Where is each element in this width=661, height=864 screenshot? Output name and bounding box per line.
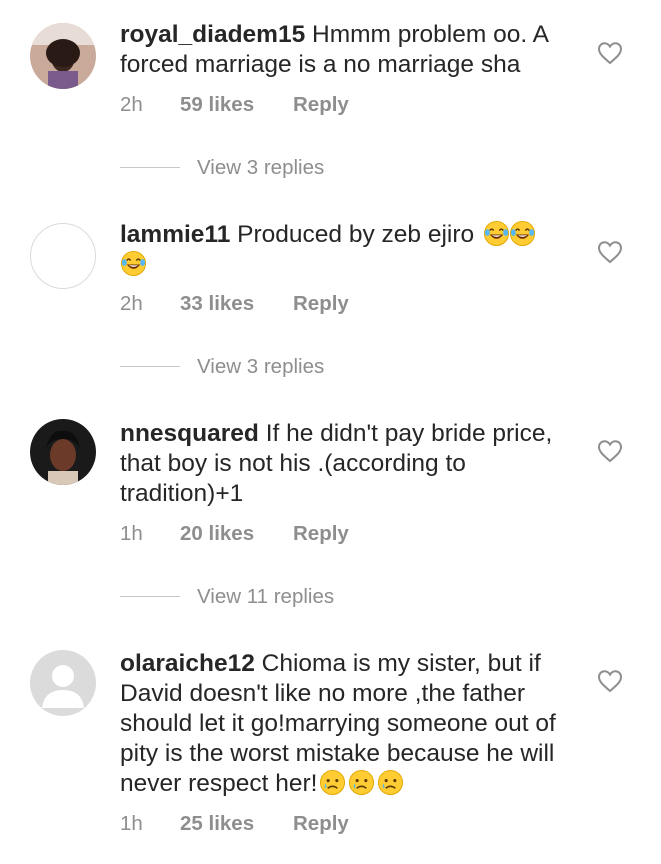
comment-time: 2h [120, 93, 143, 116]
tears-of-joy-emoji-icon [483, 220, 510, 247]
comment-meta: 2h 59 likes Reply [120, 91, 349, 119]
comment-text: nnesquared If he didn't pay bride price,… [120, 419, 580, 509]
heart-icon[interactable] [597, 240, 623, 264]
heart-icon[interactable] [597, 669, 623, 693]
comment-meta: 1h 20 likes Reply [120, 520, 349, 548]
sad-tear-emoji-icon [319, 769, 346, 796]
view-replies-button[interactable]: View 11 replies [120, 583, 334, 611]
comment-username[interactable]: royal_diadem15 [120, 21, 305, 48]
reply-button[interactable]: Reply [293, 292, 349, 315]
sad-tear-emoji-icon [377, 769, 404, 796]
divider-line [120, 596, 180, 598]
comment-username[interactable]: lammie11 [120, 221, 230, 248]
comment-likes[interactable]: 33 likes [180, 290, 293, 318]
sad-tear-emoji-icon [348, 769, 375, 796]
comment-likes[interactable]: 25 likes [180, 810, 293, 838]
view-replies-label: View 3 replies [197, 156, 325, 179]
comment-username[interactable]: nnesquared [120, 420, 259, 447]
reply-button[interactable]: Reply [293, 93, 349, 116]
comment-meta: 1h 25 likes Reply [120, 810, 349, 838]
comment-time: 2h [120, 292, 143, 315]
view-replies-button[interactable]: View 3 replies [120, 353, 324, 381]
comment-username[interactable]: olaraiche12 [120, 650, 255, 677]
comment-text: olaraiche12 Chioma is my sister, but if … [120, 649, 580, 799]
comment-time: 1h [120, 812, 143, 835]
avatar[interactable] [30, 650, 96, 716]
reply-button[interactable]: Reply [293, 812, 349, 835]
tears-of-joy-emoji-icon [120, 250, 147, 277]
avatar[interactable] [30, 419, 96, 485]
tears-of-joy-emoji-icon [509, 220, 536, 247]
person-silhouette-icon [42, 665, 84, 708]
comment-time: 1h [120, 522, 143, 545]
view-replies-label: View 3 replies [197, 355, 325, 378]
avatar[interactable] [30, 23, 96, 89]
view-replies-label: View 11 replies [197, 585, 335, 608]
comment-likes[interactable]: 20 likes [180, 520, 293, 548]
comment-meta: 2h 33 likes Reply [120, 290, 349, 318]
heart-icon[interactable] [597, 41, 623, 65]
comment-text: royal_diadem15 Hmmm problem oo. A forced… [120, 20, 580, 80]
comment-body: Produced by zeb ejiro [237, 221, 475, 248]
comment-likes[interactable]: 59 likes [180, 91, 293, 119]
view-replies-button[interactable]: View 3 replies [120, 154, 324, 182]
divider-line [120, 366, 180, 368]
heart-icon[interactable] [597, 439, 623, 463]
divider-line [120, 167, 180, 169]
avatar[interactable] [30, 223, 96, 289]
reply-button[interactable]: Reply [293, 522, 349, 545]
comment-text: lammie11 Produced by zeb ejiro [120, 220, 580, 280]
